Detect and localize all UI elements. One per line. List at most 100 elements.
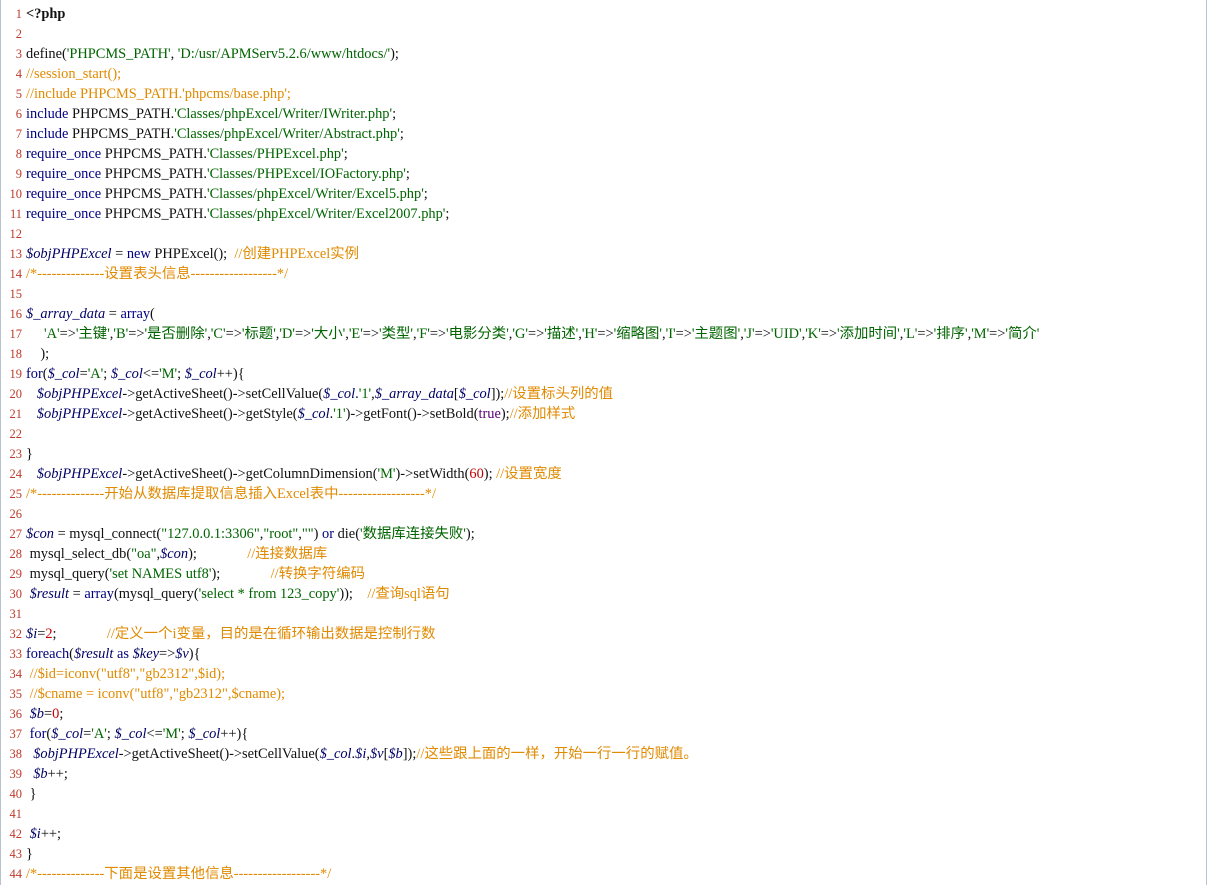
code-editor[interactable]: 1 <?php 2 3 define('PHPCMS_PATH', 'D:/usr/AP… — [0, 0, 1207, 885]
code-line[interactable]: 19 for($_col='A'; $_col<='M'; $_col++){ — [1, 364, 1206, 384]
line-number: 3 — [15, 47, 22, 61]
code-token: 'E' — [348, 326, 363, 342]
code-token: $result — [29, 586, 70, 602]
code-token: => — [754, 326, 771, 342]
code-token: = — [44, 706, 53, 722]
code-line[interactable]: 15 — [1, 284, 1206, 304]
code-token: <= — [142, 366, 160, 382]
code-line[interactable]: 31 — [1, 604, 1206, 624]
code-line[interactable]: 9 require_once PHPCMS_PATH.'Classes/PHPEx… — [1, 164, 1206, 184]
line-number: 7 — [15, 127, 22, 141]
code-token: 'G' — [512, 326, 528, 342]
code-line[interactable]: 6 include PHPCMS_PATH.'Classes/phpExcel/W… — [1, 104, 1206, 124]
code-line[interactable]: 27 $con = mysql_connect("127.0.0.1:3306",… — [1, 524, 1206, 544]
code-line[interactable]: 43} — [1, 844, 1206, 864]
code-line[interactable]: 5 //include PHPCMS_PATH.'phpcms/base.php'… — [1, 84, 1206, 104]
code-text: $b++; — [26, 766, 68, 782]
code-text: $result = array(mysql_query('select * fr… — [26, 586, 450, 602]
code-line[interactable]: 8 require_once PHPCMS_PATH.'Classes/PHPEx… — [1, 144, 1206, 164]
code-line[interactable]: 13 $objPHPExcel = new PHPExcel(); //创建PHP… — [1, 244, 1206, 264]
code-token: ); — [500, 406, 510, 422]
code-token: = — [69, 586, 85, 602]
code-line[interactable]: 38 $objPHPExcel->getActiveSheet()->setCe… — [1, 744, 1206, 764]
code-line[interactable]: 40 } — [1, 784, 1206, 804]
code-line[interactable]: 41 — [1, 804, 1206, 824]
code-line[interactable]: 20 $objPHPExcel->getActiveSheet()->setCe… — [1, 384, 1206, 404]
code-token: PHPCMS_PATH. — [104, 206, 207, 222]
code-line[interactable]: 28 mysql_select_db("oa",$con); //连接数据库 — [1, 544, 1206, 564]
code-token: ->getActiveSheet()->getStyle( — [122, 406, 298, 422]
code-token: ( — [150, 306, 155, 322]
line-number: 5 — [15, 87, 22, 101]
code-line[interactable]: 42 $i++; — [1, 824, 1206, 844]
line-number: 17 — [9, 327, 23, 341]
line-number: 26 — [9, 507, 23, 521]
code-token: require_once — [26, 166, 105, 182]
code-line[interactable]: 30 $result = array(mysql_query('select *… — [1, 584, 1206, 604]
line-number: 6 — [15, 107, 22, 121]
code-text: /*--------------开始从数据库提取信息插入Excel表中-----… — [26, 486, 436, 502]
code-line[interactable]: 34 //$id=iconv("utf8","gb2312",$id); — [1, 664, 1206, 684]
code-line[interactable]: 24 $objPHPExcel->getActiveSheet()->getCo… — [1, 464, 1206, 484]
code-text: require_once PHPCMS_PATH.'Classes/phpExc… — [26, 206, 449, 222]
code-token: '是否删除' — [144, 326, 208, 342]
code-text: $objPHPExcel->getActiveSheet()->setCellV… — [26, 386, 613, 402]
line-number: 12 — [9, 227, 23, 241]
code-token: $_col — [458, 386, 491, 402]
code-line[interactable]: 23} — [1, 444, 1206, 464]
code-token: ; — [392, 106, 397, 122]
code-line[interactable]: 44/*--------------下面是设置其他信息-------------… — [1, 864, 1206, 884]
code-token: ) — [313, 526, 323, 542]
code-text: <?php — [26, 6, 65, 22]
code-line[interactable]: 12 — [1, 224, 1206, 244]
code-line[interactable]: 11 require_once PHPCMS_PATH.'Classes/phpE… — [1, 204, 1206, 224]
code-token: $_col — [110, 366, 143, 382]
code-line[interactable]: 16 $_array_data = array( — [1, 304, 1206, 324]
code-token: $objPHPExcel — [33, 746, 119, 762]
code-line[interactable]: 36 $b=0; — [1, 704, 1206, 724]
code-token: 'set NAMES utf8' — [109, 566, 212, 582]
code-line[interactable]: 21 $objPHPExcel->getActiveSheet()->getSt… — [1, 404, 1206, 424]
code-token: 'K' — [805, 326, 821, 342]
code-token: //定义一个i变量，目的是在循环输出数据是控制行数 — [106, 626, 436, 642]
code-token: '数据库连接失败' — [359, 526, 466, 542]
code-token: //设置宽度 — [496, 466, 562, 482]
code-token: '电影分类' — [446, 326, 509, 342]
code-line[interactable]: 3 define('PHPCMS_PATH', 'D:/usr/APMServ5.… — [1, 44, 1206, 64]
code-token: 'Classes/phpExcel/Writer/Excel2007.php' — [206, 206, 446, 222]
code-line[interactable]: 32 $i=2; //定义一个i变量，目的是在循环输出数据是控制行数 — [1, 624, 1206, 644]
code-token: ; — [59, 706, 64, 722]
code-line[interactable]: 29 mysql_query('set NAMES utf8'); //转换字符… — [1, 564, 1206, 584]
code-token: => — [597, 326, 614, 342]
code-line[interactable]: 18 ); — [1, 344, 1206, 364]
code-line[interactable]: 14/*--------------设置表头信息----------------… — [1, 264, 1206, 284]
line-number: 27 — [9, 527, 23, 541]
code-line[interactable]: 4 //session_start(); — [1, 64, 1206, 84]
code-line[interactable]: 22 — [1, 424, 1206, 444]
code-line[interactable]: 26 — [1, 504, 1206, 524]
code-text: } — [26, 786, 37, 802]
line-number: 1 — [15, 7, 22, 21]
code-token: $_col — [188, 726, 221, 742]
code-line[interactable]: 1 <?php — [1, 4, 1206, 24]
code-token: ); — [390, 46, 399, 62]
code-token: $i — [355, 746, 367, 762]
code-line[interactable]: 35 //$cname = iconv("utf8","gb2312",$cna… — [1, 684, 1206, 704]
code-token: //创建PHPExcel实例 — [234, 246, 360, 262]
code-token: $v — [175, 646, 189, 662]
code-line[interactable]: 37 for($_col='A'; $_col<='M'; $_col++){ — [1, 724, 1206, 744]
code-line[interactable]: 25/*--------------开始从数据库提取信息插入Excel表中---… — [1, 484, 1206, 504]
code-line[interactable]: 10 require_once PHPCMS_PATH.'Classes/phpE… — [1, 184, 1206, 204]
code-text: } — [26, 446, 33, 462]
code-text: $objPHPExcel = new PHPExcel(); //创建PHPEx… — [26, 246, 359, 262]
code-token: => — [225, 326, 242, 342]
code-line[interactable]: 33 foreach($result as $key=>$v){ — [1, 644, 1206, 664]
code-token: $con — [26, 526, 54, 542]
code-line[interactable]: 2 — [1, 24, 1206, 44]
code-token: )->setWidth( — [395, 466, 470, 482]
code-line[interactable]: 17 'A'=>'主键','B'=>'是否删除','C'=>'标题','D'=>… — [1, 324, 1206, 344]
code-line[interactable]: 7 include PHPCMS_PATH.'Classes/phpExcel/W… — [1, 124, 1206, 144]
code-line[interactable]: 39 $b++; — [1, 764, 1206, 784]
code-token: PHPCMS_PATH. — [104, 146, 207, 162]
code-text: include PHPCMS_PATH.'Classes/phpExcel/Wr… — [26, 126, 404, 142]
